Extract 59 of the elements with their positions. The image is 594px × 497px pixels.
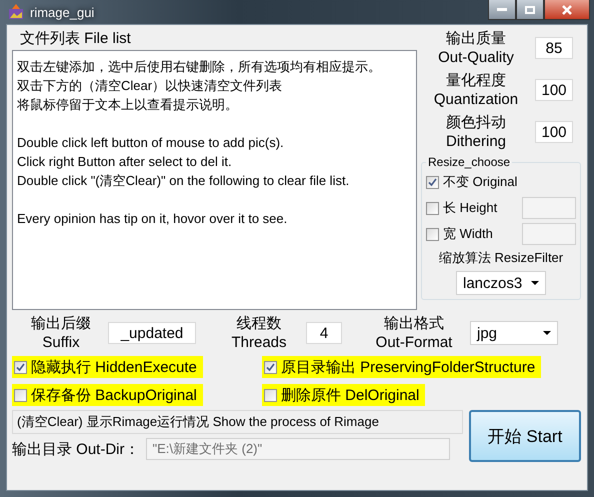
size-input[interactable] [522, 197, 576, 219]
minimize-button[interactable] [488, 0, 516, 20]
option-checkbox[interactable]: 原目录输出 PreservingFolderStructure [262, 356, 542, 378]
filter-label: 缩放算法 ResizeFilter [438, 249, 564, 267]
start-button[interactable]: 开始 Start [469, 410, 581, 462]
file-list-label: 文件列表 File list [19, 29, 132, 48]
param-input[interactable]: 85 [535, 37, 573, 59]
window-title: rimage_gui [30, 4, 96, 20]
help-text: Click right Button after select to del it. [17, 153, 233, 171]
param-label: Out-Quality [438, 48, 514, 67]
output-label: 线程数 [236, 314, 282, 333]
help-text: Double click left button of mouse to add pic(s). [17, 134, 285, 152]
param-label: 颜色抖动 [446, 113, 506, 132]
out-dir-label: 输出目录 Out-Dir： [12, 440, 140, 458]
param-label: 输出质量 [446, 29, 506, 48]
checkbox[interactable] [426, 202, 439, 214]
output-label: Out-Format [376, 333, 452, 352]
status-bar[interactable]: (清空Clear) 显示Rimage运行情况 Show the process of Rimage [12, 410, 463, 434]
help-text: 将鼠标停留于文本上以查看提示说明。 [17, 96, 239, 114]
output-label: 输出格式 [384, 314, 444, 333]
checkbox-label: 不变 Original [443, 173, 518, 191]
file-list[interactable] [12, 50, 417, 310]
help-text: 双击左键添加，选中后使用右键删除，所有选项均有相应提示。 [17, 58, 382, 76]
output-label: Suffix [42, 333, 80, 352]
dropdown-caret-icon [531, 281, 539, 285]
output-label: 输出后缀 [31, 314, 91, 333]
filter-select[interactable]: lanczos3 [456, 271, 546, 295]
minimize-icon [497, 8, 507, 11]
checkbox-label: 宽 Width [443, 225, 494, 243]
param-label: 量化程度 [446, 71, 506, 90]
help-text: Every opinion has tip on it, hovor over it to see. [17, 210, 288, 228]
maximize-button[interactable] [516, 0, 544, 20]
output-input[interactable]: 4 [306, 322, 342, 344]
checkbox[interactable] [426, 228, 439, 240]
checkbox[interactable] [264, 388, 277, 402]
param-label: Quantization [434, 90, 518, 109]
format-select[interactable]: jpg [470, 321, 558, 345]
option-checkbox[interactable]: 隐藏执行 HiddenExecute [12, 356, 203, 378]
help-text: 双击下方的（清空Clear）以快速清空文件列表 [17, 77, 284, 95]
option-checkbox[interactable]: 保存备份 BackupOriginal [12, 384, 203, 406]
checkbox[interactable] [14, 388, 27, 402]
param-label: Dithering [446, 132, 506, 151]
param-input[interactable]: 100 [535, 121, 573, 143]
maximize-icon [525, 6, 535, 14]
group-title: Resize_choose [427, 155, 512, 169]
checkbox[interactable] [426, 176, 439, 188]
option-checkbox[interactable]: 删除原件 DelOriginal [262, 384, 426, 406]
app-icon [8, 4, 24, 20]
checkbox[interactable] [14, 360, 27, 374]
output-input[interactable]: _updated [108, 322, 196, 344]
dropdown-caret-icon [543, 331, 551, 335]
param-input[interactable]: 100 [535, 79, 573, 101]
close-icon [562, 4, 572, 14]
help-text: Double click "(清空Clear)" on the following to clear file list. [17, 172, 350, 190]
checkbox-label: 长 Height [443, 199, 498, 217]
output-label: Threads [231, 333, 287, 352]
size-input[interactable] [522, 223, 576, 245]
checkbox[interactable] [264, 360, 277, 374]
close-button[interactable] [544, 0, 590, 20]
